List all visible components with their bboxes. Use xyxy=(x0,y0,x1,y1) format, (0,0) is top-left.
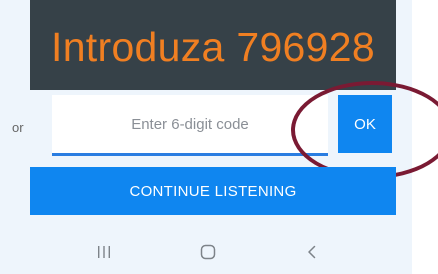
recents-button[interactable] xyxy=(82,238,126,266)
code-input[interactable] xyxy=(52,95,328,156)
recents-icon xyxy=(96,244,112,260)
screenshot: Introduza 796928 or OK CONTINUE LISTENIN… xyxy=(0,0,438,274)
back-button[interactable] xyxy=(290,238,334,266)
system-nav-bar xyxy=(0,232,412,272)
continue-listening-button[interactable]: CONTINUE LISTENING xyxy=(30,167,396,215)
ok-button[interactable]: OK xyxy=(338,95,392,153)
code-entry-row: or OK xyxy=(0,95,412,157)
home-button[interactable] xyxy=(186,238,230,266)
code-banner: Introduza 796928 xyxy=(30,0,396,90)
back-icon xyxy=(305,244,319,260)
home-icon xyxy=(199,243,217,261)
or-label: or xyxy=(12,120,24,135)
banner-text: Introduza 796928 xyxy=(51,23,375,70)
